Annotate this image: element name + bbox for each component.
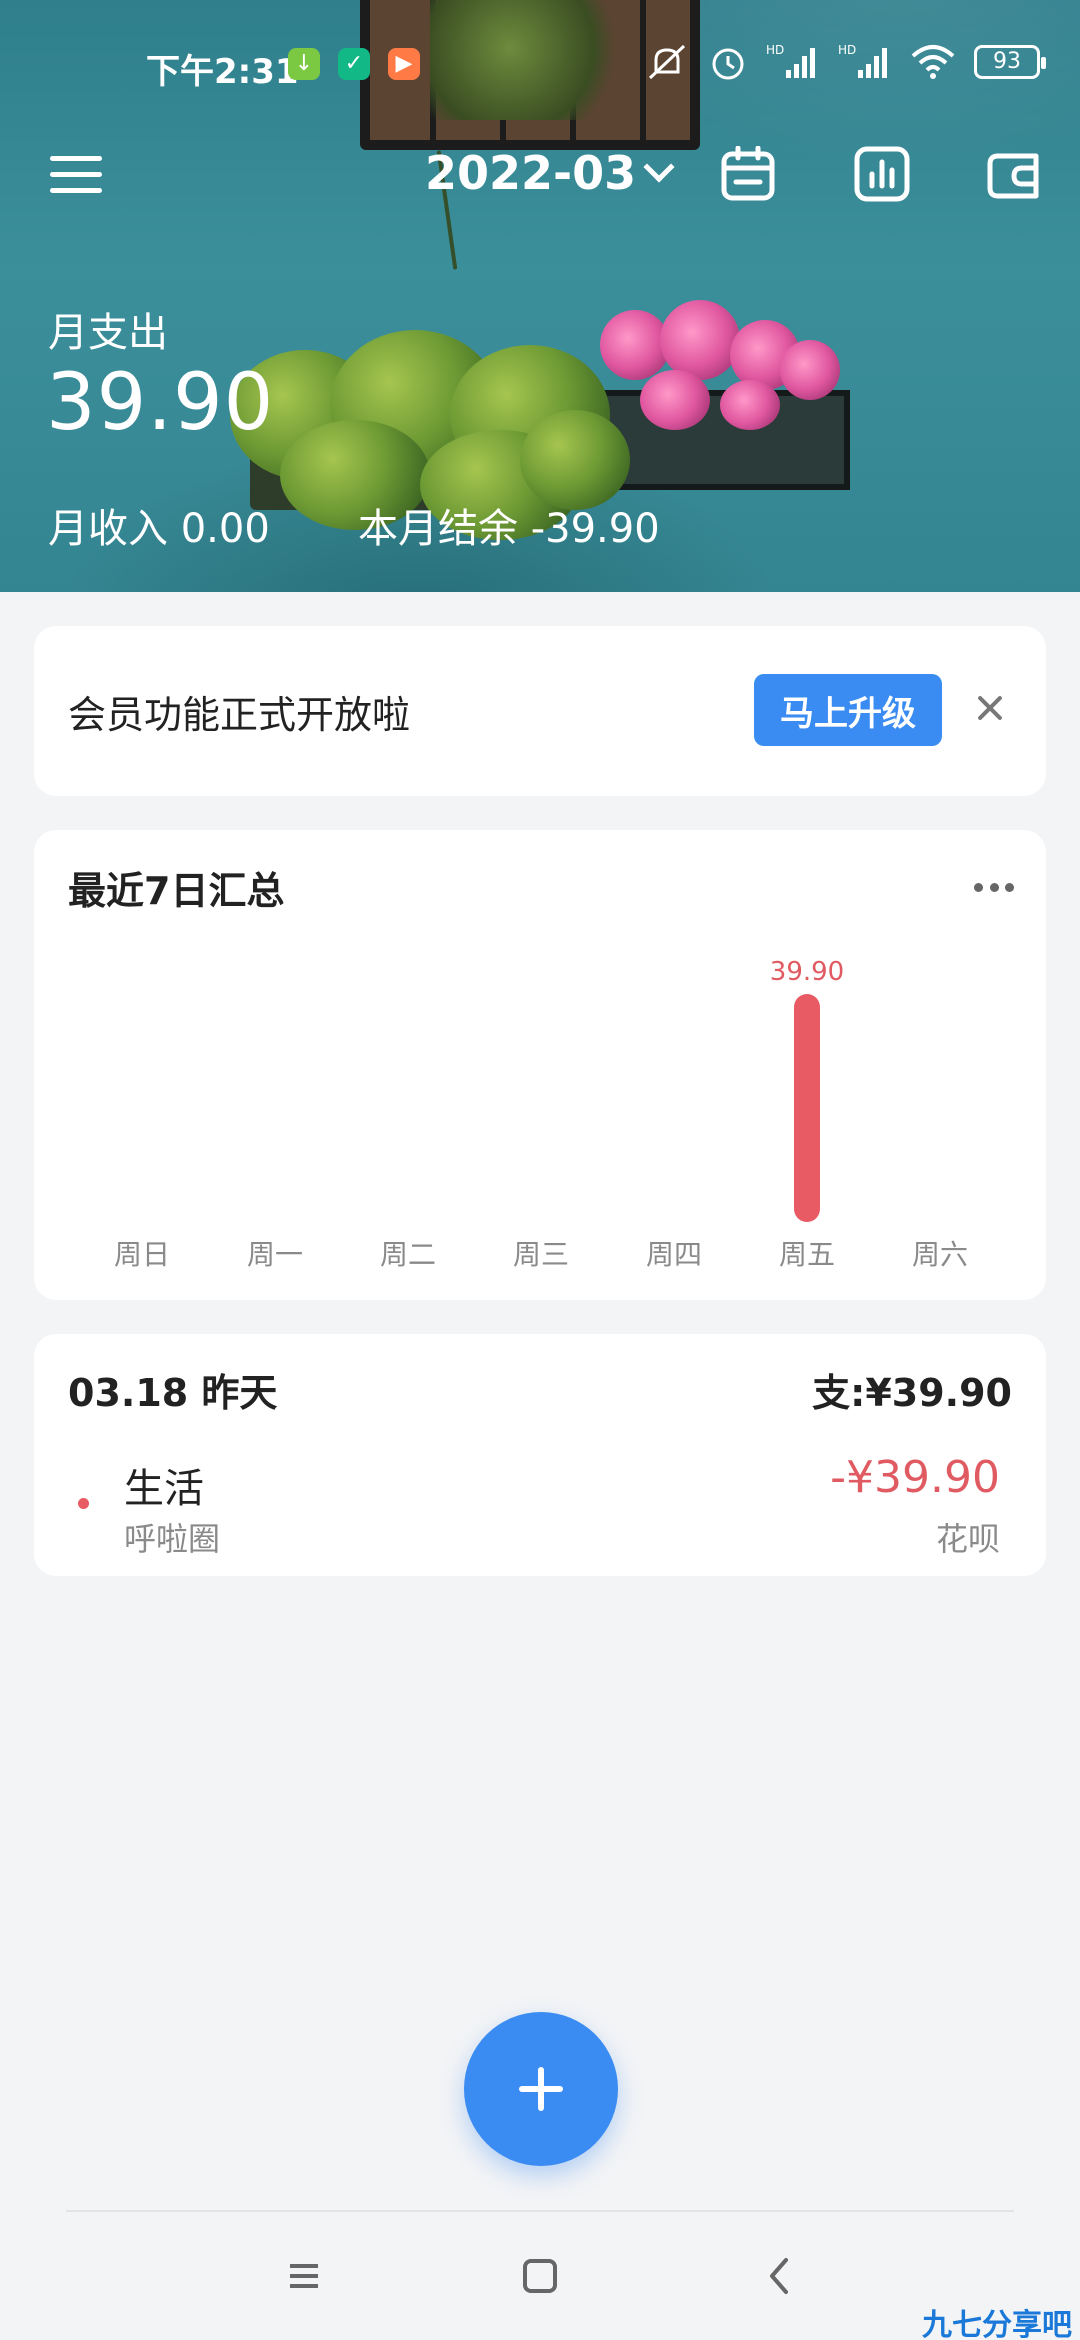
menu-icon[interactable] (50, 154, 102, 196)
promo-text: 会员功能正式开放啦 (68, 693, 411, 737)
chart-x-label: 周六 (912, 1238, 968, 1271)
chart-x-label: 周五 (779, 1238, 835, 1271)
transaction-account: 花呗 (935, 1520, 1000, 1558)
signal-hd-2-icon: HD (838, 43, 887, 78)
weekly-bar-chart: 周日 周一 周二 周三 周四 周五 39.90 周六 (114, 957, 968, 1271)
month-picker[interactable]: 2022-03 (425, 146, 675, 200)
recent-apps-button[interactable] (264, 2244, 344, 2308)
chart-x-label: 周一 (247, 1238, 303, 1271)
bar-chart-icon[interactable] (854, 146, 910, 202)
chart-bar[interactable] (794, 994, 820, 1222)
chart-x-label: 周三 (513, 1238, 569, 1271)
wallet-icon[interactable] (986, 146, 1042, 202)
svg-text:HD: HD (838, 43, 856, 57)
status-time: 下午2:31 (146, 52, 299, 92)
month-label: 2022-03 (425, 146, 637, 200)
top-bar: 2022-03 (0, 130, 1080, 220)
wifi-icon (911, 45, 955, 79)
add-record-button[interactable] (464, 2012, 618, 2166)
svg-text:HD: HD (766, 43, 784, 57)
mute-bell-icon (648, 44, 686, 80)
chart-x-label: 周四 (646, 1238, 702, 1271)
day-group-card: 03.18 昨天 支:¥39.90 生活 呼啦圈 -¥39.90 花呗 (34, 1334, 1046, 1576)
video-app-icon: ▶ (388, 48, 420, 80)
upgrade-button[interactable]: 马上升级 (754, 674, 942, 746)
download-app-icon: ↓ (288, 48, 320, 80)
monthly-expense-value: 39.90 (46, 358, 275, 448)
membership-promo-card: 会员功能正式开放啦 马上升级 (34, 626, 1046, 796)
battery-indicator: 93 (974, 45, 1046, 79)
close-icon[interactable] (962, 680, 1018, 736)
back-button[interactable] (740, 2244, 820, 2308)
header-banner: 下午2:31 ↓ ✓ ▶ HD HD 93 2022-03 月支出 39.90 … (0, 0, 1080, 592)
calendar-icon[interactable] (720, 146, 776, 202)
transaction-category: 生活 (124, 1466, 204, 1512)
home-button[interactable] (500, 2244, 580, 2308)
chart-value-label: 39.90 (770, 957, 844, 987)
status-bar: 下午2:31 ↓ ✓ ▶ HD HD 93 (0, 0, 1080, 130)
category-dot (78, 1498, 89, 1509)
chart-x-label: 周二 (380, 1238, 436, 1271)
weekly-summary-card: 最近7日汇总 周日 周一 周二 周三 周四 周五 39.90 周六 (34, 830, 1046, 1300)
battery-level: 93 (993, 49, 1021, 74)
day-total: 支:¥39.90 (812, 1371, 1012, 1415)
alarm-icon (712, 48, 744, 80)
watermark-text: 九七分享吧 (922, 2308, 1072, 2340)
transaction-amount: -¥39.90 (830, 1452, 1000, 1503)
monthly-balance: 本月结余 -39.90 (358, 506, 660, 552)
monthly-income: 月收入 0.00 (48, 506, 270, 552)
day-date: 03.18 昨天 (68, 1371, 278, 1415)
nav-divider (66, 2210, 1014, 2212)
transaction-note: 呼啦圈 (124, 1520, 221, 1558)
chevron-down-icon (643, 151, 675, 183)
shield-app-icon: ✓ (338, 48, 370, 80)
chart-x-label: 周日 (114, 1238, 170, 1271)
monthly-expense-label: 月支出 (48, 310, 168, 356)
signal-hd-icon: HD (766, 43, 815, 78)
